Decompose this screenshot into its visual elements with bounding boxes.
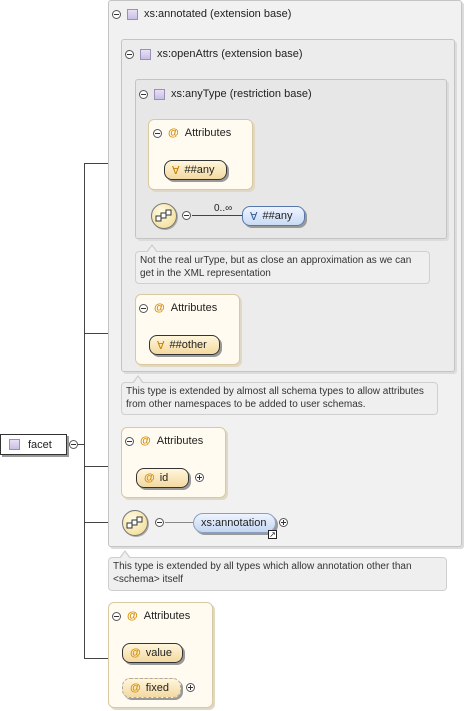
element-label: xs:annotation <box>201 517 267 529</box>
attributes-label: Attributes <box>156 435 204 447</box>
note-text: Not the real urType, but as close an app… <box>140 255 412 279</box>
attribute-icon: @ <box>144 472 155 484</box>
reference-icon: ↗ <box>268 530 277 539</box>
note-text: This type is extended by all types which… <box>113 561 412 585</box>
any-icon: ∀ <box>157 339 165 352</box>
attribute-label: fixed <box>145 682 169 694</box>
collapse-icon[interactable] <box>69 440 78 449</box>
type-label: xs:openAttrs (extension base) <box>157 48 303 60</box>
collapse-icon[interactable] <box>125 436 134 446</box>
attribute-id[interactable]: @ id <box>136 468 189 488</box>
element-annotation[interactable]: xs:annotation <box>193 513 276 533</box>
attribute-icon: @ <box>140 435 151 447</box>
any-icon: ∀ <box>172 164 180 177</box>
expand-icon[interactable] <box>186 683 195 692</box>
type-header-anytype: xs:anyType (restriction base) <box>139 88 312 100</box>
any-element[interactable]: ∀ ##any <box>242 206 305 226</box>
complex-type-icon <box>154 88 165 100</box>
documentation-note: This type is extended by almost all sche… <box>121 375 438 415</box>
collapse-icon[interactable] <box>182 211 191 220</box>
collapse-icon[interactable] <box>139 89 148 99</box>
attribute-fixed[interactable]: @ fixed <box>122 678 181 698</box>
connector <box>192 215 242 216</box>
any-attribute-label: ##other <box>169 339 207 351</box>
collapse-icon[interactable] <box>112 9 121 19</box>
attributes-label: Attributes <box>143 610 191 622</box>
collapse-icon[interactable] <box>125 49 134 59</box>
collapse-icon[interactable] <box>153 128 162 138</box>
root-element-facet[interactable]: facet <box>0 434 67 455</box>
attribute-label: id <box>159 472 169 484</box>
complex-type-icon <box>9 439 20 450</box>
collapse-icon[interactable] <box>155 518 164 527</box>
collapse-icon[interactable] <box>112 611 121 621</box>
attribute-icon: @ <box>168 127 179 139</box>
expand-icon[interactable] <box>279 518 288 527</box>
attribute-label: value <box>145 647 173 659</box>
attribute-icon: @ <box>130 647 141 659</box>
connector <box>84 163 85 659</box>
any-attribute-label: ##any <box>184 164 215 176</box>
type-header-annotated: xs:annotated (extension base) <box>112 8 291 20</box>
complex-type-icon <box>127 8 138 20</box>
any-icon: ∀ <box>250 210 258 223</box>
attribute-icon: @ <box>154 302 165 314</box>
attributes-label: Attributes <box>170 302 218 314</box>
any-attribute[interactable]: ∀ ##any <box>164 160 227 180</box>
attributes-header: @ Attributes <box>112 610 190 622</box>
connector <box>84 658 110 659</box>
cardinality-label: 0..∞ <box>214 203 233 214</box>
attributes-header: @ Attributes <box>139 302 217 314</box>
attributes-header: @ Attributes <box>125 435 203 447</box>
type-label: xs:anyType (restriction base) <box>171 88 312 100</box>
element-label: facet <box>28 438 52 451</box>
sequence-icon[interactable] <box>151 203 177 229</box>
complex-type-icon <box>140 48 151 60</box>
documentation-note: This type is extended by all types which… <box>108 550 447 591</box>
type-label: xs:annotated (extension base) <box>144 8 292 20</box>
attributes-header: @ Attributes <box>153 127 231 139</box>
any-element-label: ##any <box>262 210 293 222</box>
attribute-icon: @ <box>130 682 141 694</box>
attributes-label: Attributes <box>184 127 232 139</box>
sequence-icon[interactable] <box>122 510 148 536</box>
expand-icon[interactable] <box>195 473 204 482</box>
collapse-icon[interactable] <box>139 303 148 313</box>
any-attribute-other[interactable]: ∀ ##other <box>149 335 220 355</box>
note-text: This type is extended by almost all sche… <box>126 386 424 410</box>
documentation-note: Not the real urType, but as close an app… <box>135 244 430 284</box>
attribute-value[interactable]: @ value <box>122 643 183 663</box>
attribute-icon: @ <box>127 610 138 622</box>
type-header-openattrs: xs:openAttrs (extension base) <box>125 48 303 60</box>
connector <box>165 522 193 523</box>
